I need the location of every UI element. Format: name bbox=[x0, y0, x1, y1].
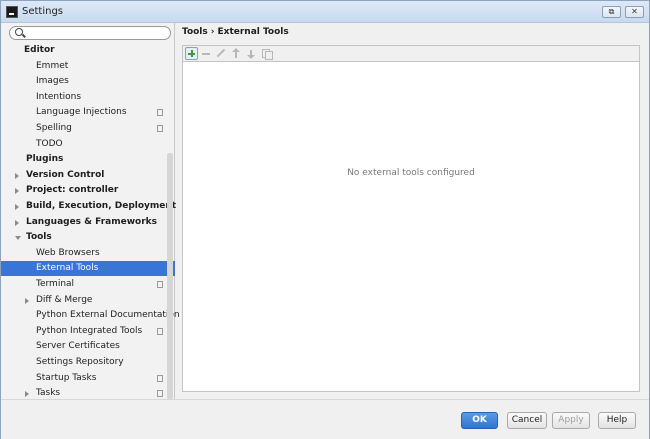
tree-item-settings-repository[interactable]: Settings Repository bbox=[1, 355, 175, 370]
title-bar: Settings ⧉ ✕ bbox=[1, 1, 649, 23]
tree-item-todo[interactable]: TODO bbox=[1, 137, 175, 152]
tree-item-terminal[interactable]: Terminal bbox=[1, 277, 175, 292]
project-scope-icon bbox=[155, 107, 163, 117]
expand-arrow-icon[interactable] bbox=[15, 236, 21, 241]
breadcrumb-current: External Tools bbox=[217, 27, 289, 37]
collapse-arrow-icon[interactable] bbox=[15, 172, 19, 179]
edit-icon[interactable] bbox=[215, 47, 228, 60]
tree-item-label: Version Control bbox=[26, 169, 105, 180]
tree-item-diff-merge[interactable]: Diff & Merge bbox=[1, 293, 175, 308]
tree-item-label: Language Injections bbox=[36, 107, 127, 118]
tree-item-label: Emmet bbox=[36, 60, 69, 71]
add-icon[interactable] bbox=[185, 47, 198, 60]
move-down-icon[interactable] bbox=[245, 47, 258, 60]
tree-item-label: Project: controller bbox=[26, 185, 119, 196]
tree-item-label: External Tools bbox=[36, 263, 99, 274]
tree-item-label: Spelling bbox=[36, 123, 72, 133]
collapse-arrow-icon[interactable] bbox=[15, 219, 19, 226]
dialog-footer: OK Cancel Apply Help bbox=[1, 399, 649, 439]
window-title: Settings bbox=[22, 6, 64, 17]
tree-item-images[interactable]: Images bbox=[1, 74, 175, 89]
tree-item-label: Python Integrated Tools bbox=[36, 325, 143, 336]
help-button[interactable]: Help bbox=[598, 412, 636, 429]
collapse-arrow-icon[interactable] bbox=[25, 297, 29, 304]
copy-icon[interactable] bbox=[260, 47, 273, 60]
restore-button[interactable]: ⧉ bbox=[602, 6, 621, 18]
apply-button[interactable]: Apply bbox=[552, 412, 590, 429]
remove-icon[interactable] bbox=[200, 47, 213, 60]
tree-item-server-certificates[interactable]: Server Certificates bbox=[1, 339, 175, 354]
tree-item-web-browsers[interactable]: Web Browsers bbox=[1, 246, 175, 261]
tree-item-label: TODO bbox=[36, 138, 63, 149]
tree-item-label: Languages & Frameworks bbox=[26, 216, 158, 227]
tree-item-label: Tools bbox=[26, 232, 52, 243]
tree-item-label: Diff & Merge bbox=[36, 294, 93, 305]
tree-item-editor[interactable]: Editor bbox=[1, 43, 175, 58]
tree-item-plugins[interactable]: Plugins bbox=[1, 152, 175, 167]
tree-item-label: Terminal bbox=[36, 279, 75, 289]
tree-item-label: Images bbox=[36, 76, 69, 87]
tree-item-label: Intentions bbox=[36, 91, 82, 102]
search-icon bbox=[15, 28, 23, 36]
tree-item-label: Settings Repository bbox=[36, 357, 124, 367]
tree-item-version-control[interactable]: Version Control bbox=[1, 168, 175, 183]
project-scope-icon bbox=[155, 372, 163, 382]
collapse-arrow-icon[interactable] bbox=[25, 391, 29, 398]
move-up-icon[interactable] bbox=[230, 47, 243, 60]
external-tools-list[interactable]: No external tools configured bbox=[182, 61, 640, 392]
tree-item-label: Plugins bbox=[26, 154, 64, 165]
project-scope-icon bbox=[155, 123, 163, 132]
ok-button[interactable]: OK bbox=[461, 412, 498, 429]
tree-item-emmet[interactable]: Emmet bbox=[1, 59, 175, 74]
tree-item-label: Web Browsers bbox=[36, 247, 100, 258]
collapse-arrow-icon[interactable] bbox=[15, 188, 19, 195]
search-input[interactable] bbox=[9, 26, 171, 40]
tree-item-python-external-documentation[interactable]: Python External Documentation bbox=[1, 308, 180, 323]
tree-item-label: Python External Documentation bbox=[36, 310, 180, 321]
breadcrumb: Tools › External Tools bbox=[182, 27, 289, 37]
tree-item-project-controller[interactable]: Project: controller bbox=[1, 183, 175, 198]
tree-item-languages-frameworks[interactable]: Languages & Frameworks bbox=[1, 215, 175, 230]
collapse-arrow-icon[interactable] bbox=[15, 204, 19, 210]
cancel-button[interactable]: Cancel bbox=[507, 412, 547, 429]
project-scope-icon bbox=[155, 325, 163, 335]
project-scope-icon bbox=[155, 388, 163, 398]
empty-state-text: No external tools configured bbox=[347, 168, 475, 178]
tree-item-label: Startup Tasks bbox=[36, 372, 97, 383]
breadcrumb-parent[interactable]: Tools bbox=[182, 27, 208, 37]
settings-window: Settings ⧉ ✕ Editor Emmet Images Intentions… bbox=[0, 0, 650, 439]
tree-item-python-integrated-tools[interactable]: Python Integrated Tools bbox=[1, 324, 175, 339]
close-button[interactable]: ✕ bbox=[625, 6, 644, 18]
tree-item-build-execution-deployment[interactable]: Build, Execution, Deployment bbox=[1, 199, 177, 214]
project-scope-icon bbox=[155, 279, 163, 288]
tree-item-tools[interactable]: Tools bbox=[1, 230, 175, 245]
app-icon bbox=[6, 6, 18, 18]
breadcrumb-separator: › bbox=[210, 27, 215, 37]
settings-sidebar: Editor Emmet Images Intentions Language Inje… bbox=[1, 23, 180, 399]
tree-item-label: Editor bbox=[24, 45, 55, 55]
tree-item-startup-tasks[interactable]: Startup Tasks bbox=[1, 371, 175, 386]
main-panel: Tools › External Tools No external tools c… bbox=[176, 23, 649, 399]
tools-toolbar bbox=[182, 45, 640, 61]
tree-item-label: Server Certificates bbox=[36, 341, 120, 352]
tree-item-spelling[interactable]: Spelling bbox=[1, 121, 175, 136]
tree-item-external-tools[interactable]: External Tools bbox=[1, 261, 175, 277]
sidebar-scrollbar[interactable] bbox=[167, 153, 173, 399]
tree-item-label: Build, Execution, Deployment bbox=[26, 201, 177, 211]
tree-item-intentions[interactable]: Intentions bbox=[1, 90, 175, 105]
tree-item-language-injections[interactable]: Language Injections bbox=[1, 105, 175, 120]
